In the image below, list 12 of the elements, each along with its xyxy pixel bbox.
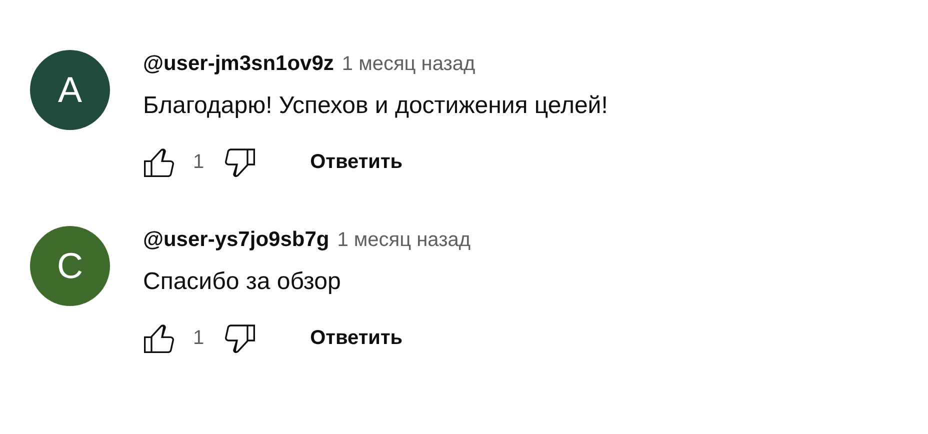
like-count: 1 [193,150,204,174]
avatar[interactable]: A [30,50,110,130]
reply-button[interactable]: Ответить [310,320,403,356]
comment-time[interactable]: 1 месяц назад [342,53,476,76]
comment-text: Спасибо за обзор [143,268,342,296]
comment-text: Благодарю! Успехов и достижения целей! [143,92,608,120]
like-count: 1 [193,326,204,350]
reply-button[interactable]: Ответить [310,144,403,180]
comment-author[interactable]: @user-jm3sn1ov9z [143,52,334,76]
avatar[interactable]: C [30,226,110,306]
comment-time[interactable]: 1 месяц назад [337,229,471,252]
comment-author[interactable]: @user-ys7jo9sb7g [143,228,330,252]
